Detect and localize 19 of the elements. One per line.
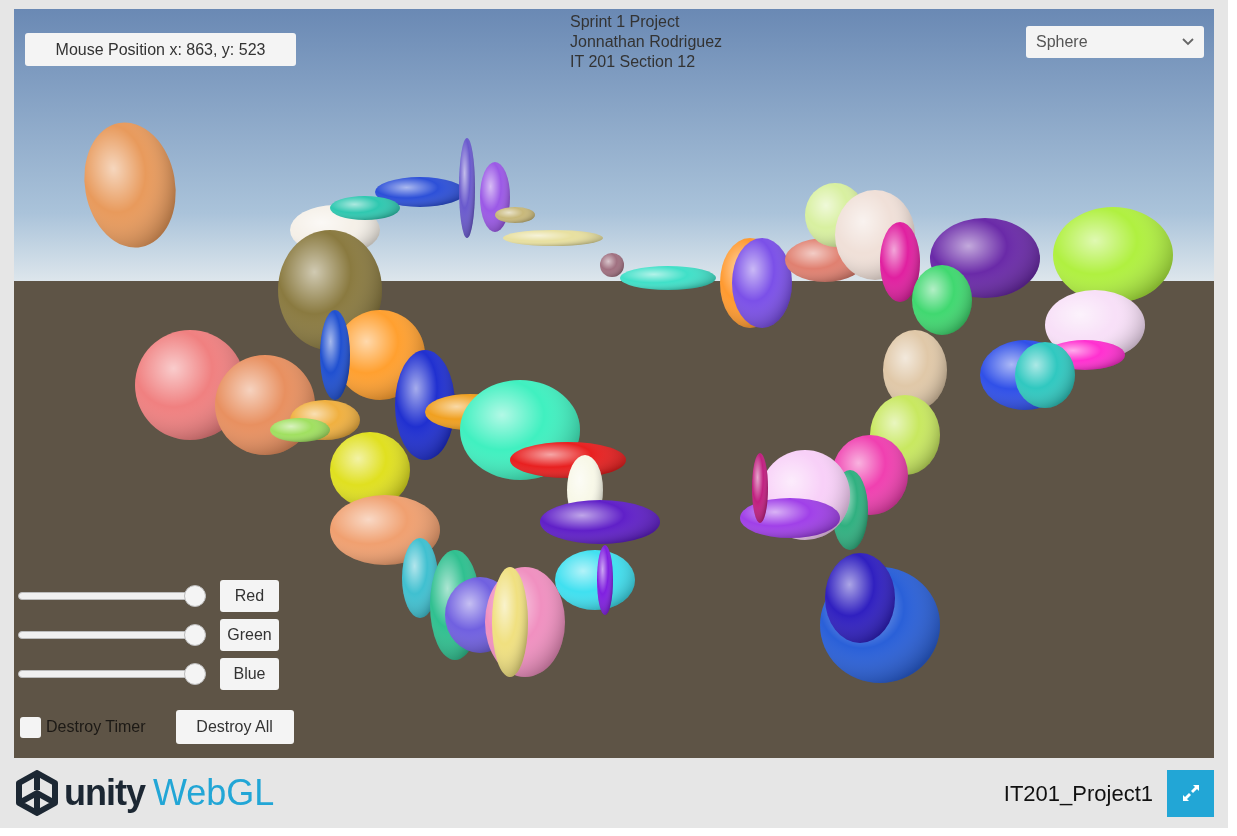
shape-dropdown[interactable]: Sphere xyxy=(1026,26,1204,58)
chevron-down-icon xyxy=(1182,38,1194,46)
fullscreen-button[interactable] xyxy=(1167,769,1214,817)
destroy-timer-checkbox[interactable] xyxy=(20,716,41,738)
color-button[interactable]: Red xyxy=(220,580,279,612)
color-slider[interactable] xyxy=(18,585,206,607)
info-text: Sprint 1 Project xyxy=(570,12,681,32)
project-title: IT201_Project1 xyxy=(1003,779,1153,808)
info-text: IT 201 Section 12 xyxy=(570,52,697,72)
destroy-timer-label: Destroy Timer xyxy=(46,717,146,737)
mouse-position-label: Mouse Position x: 863, y: 523 xyxy=(25,33,296,66)
info-text: Jonnathan Rodriguez xyxy=(570,32,723,52)
unity-cube-icon xyxy=(14,770,60,816)
unity-webgl-logo: unity WebGL xyxy=(14,770,275,816)
destroy-all-button[interactable]: Destroy All xyxy=(175,710,294,744)
color-button[interactable]: Green xyxy=(220,619,279,651)
color-button[interactable]: Blue xyxy=(220,658,279,690)
color-slider[interactable] xyxy=(18,663,206,685)
color-slider[interactable] xyxy=(18,624,206,646)
